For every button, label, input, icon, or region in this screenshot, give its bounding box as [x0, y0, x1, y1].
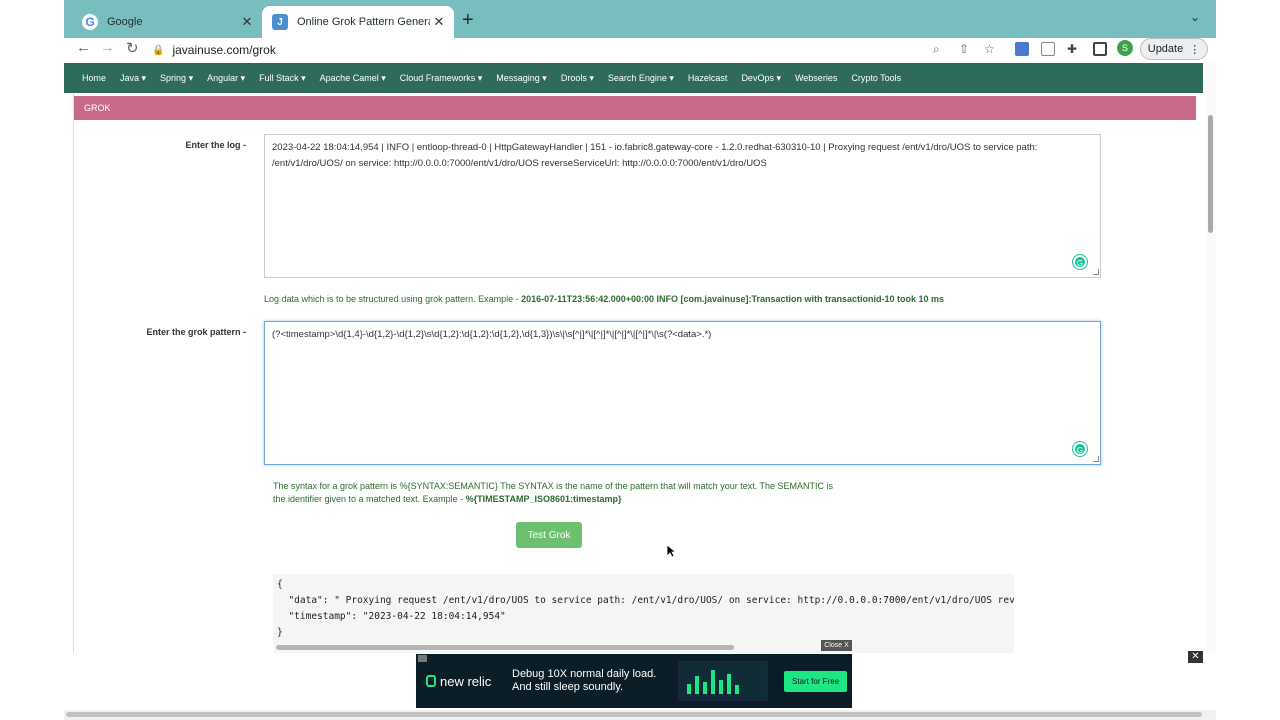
nav-item[interactable]: Spring ▾ — [160, 73, 193, 84]
pattern-input[interactable]: (?<timestamp>\d{1,4}-\d{1,2}-\d{1,2}\s\d… — [264, 321, 1101, 465]
extension-grid-icon[interactable] — [1015, 42, 1029, 56]
log-label: Enter the log - — [185, 140, 247, 150]
log-help-text: Log data which is to be structured using… — [264, 294, 522, 304]
nav-item[interactable]: Full Stack ▾ — [259, 73, 306, 84]
close-icon[interactable]: ✕ — [430, 14, 448, 30]
ad-copy: Debug 10X normal daily load. And still s… — [512, 668, 672, 694]
pattern-example: %{TIMESTAMP_ISO8601:timestamp} — [465, 494, 622, 504]
scrollbar-thumb[interactable] — [276, 645, 734, 650]
new-tab-icon[interactable]: + — [462, 9, 474, 32]
nav-item[interactable]: Messaging ▾ — [496, 73, 547, 84]
result-scrollbar[interactable] — [273, 645, 1014, 651]
zoom-icon[interactable]: ⌕ — [933, 42, 940, 57]
ad-chart-image — [678, 661, 768, 701]
nav-item[interactable]: Webseries — [795, 73, 837, 83]
section-title: GROK — [74, 96, 1196, 120]
resize-handle[interactable] — [1093, 456, 1099, 462]
test-grok-button[interactable]: Test Grok — [516, 522, 582, 548]
grammarly-icon[interactable]: G — [1073, 255, 1087, 269]
back-icon[interactable]: ← — [76, 39, 91, 56]
ad-brand: new relic — [426, 674, 512, 689]
ad-banner[interactable]: new relic Debug 10X normal daily load. A… — [416, 654, 852, 708]
nav-item[interactable]: Crypto Tools — [851, 73, 901, 83]
url-text: javainuse.com/grok — [172, 43, 276, 57]
close-icon[interactable]: ✕ — [1188, 651, 1203, 663]
ad-info-icon[interactable] — [418, 655, 427, 662]
nav-item[interactable]: Drools ▾ — [561, 73, 594, 84]
avatar[interactable]: S — [1117, 40, 1133, 56]
log-text: 2023-04-22 18:04:14,954 | INFO | entloop… — [272, 142, 1038, 169]
page-scrollbar[interactable] — [1205, 63, 1216, 653]
nav-item[interactable]: Cloud Frameworks ▾ — [400, 73, 483, 84]
pattern-help-line-2: the identifier given to a matched text. … — [273, 493, 893, 506]
reload-icon[interactable]: ↻ — [126, 39, 139, 57]
nav-item[interactable]: Apache Camel ▾ — [320, 73, 386, 84]
tab-google[interactable]: G Google ✕ — [72, 6, 262, 38]
extensions-icon[interactable]: ✚ — [1067, 42, 1077, 56]
browser-window: G Google ✕ J Online Grok Pattern Generat… — [64, 0, 1216, 720]
ad-line-1: Debug 10X normal daily load. — [512, 668, 657, 680]
pattern-help: The syntax for a grok pattern is %{SYNTA… — [273, 480, 893, 506]
menu-icon: ⋮ — [1189, 43, 1201, 56]
log-example: 2016-07-11T23:56:42.000+00:00 INFO [com.… — [521, 294, 945, 304]
lock-icon: 🔒 — [152, 44, 165, 56]
site-nav: Home Java ▾ Spring ▾ Angular ▾ Full Stack ▾ A… — [64, 63, 1203, 93]
extension-reader-icon[interactable] — [1041, 42, 1055, 56]
log-help: Log data which is to be structured using… — [264, 293, 944, 306]
main-content: GROK Enter the log - 2023-04-22 18:04:14… — [73, 93, 1203, 653]
address-bar[interactable]: 🔒 javainuse.com/grok — [152, 39, 934, 61]
tab-title: Google — [107, 16, 143, 28]
pattern-text: (?<timestamp>\d{1,4}-\d{1,2}-\d{1,2}\s\d… — [272, 329, 712, 340]
pattern-help-line-1: The syntax for a grok pattern is %{SYNTA… — [273, 481, 834, 491]
horizontal-scrollbar[interactable] — [64, 710, 1216, 720]
update-button[interactable]: Update ⋮ — [1140, 38, 1208, 60]
newrelic-logo-icon — [426, 675, 436, 687]
share-icon[interactable]: ⇧ — [959, 42, 969, 56]
forward-icon[interactable]: → — [100, 39, 115, 56]
tab-grok-generator[interactable]: J Online Grok Pattern Generator/... ✕ — [262, 6, 454, 38]
javainuse-favicon-icon: J — [272, 14, 288, 30]
nav-item[interactable]: Search Engine ▾ — [608, 73, 674, 84]
close-icon[interactable]: ✕ — [238, 14, 256, 30]
ad-cta-button[interactable]: Start for Free — [784, 670, 848, 692]
ad-line-2: And still sleep soundly. — [512, 681, 624, 693]
tab-title: Online Grok Pattern Generator/... — [297, 16, 430, 28]
tab-strip: G Google ✕ J Online Grok Pattern Generat… — [64, 0, 1216, 38]
pattern-help-text: the identifier given to a matched text. … — [273, 494, 466, 504]
chevron-down-icon[interactable]: ⌄ — [1190, 10, 1200, 24]
left-margin — [0, 0, 64, 720]
ad-brand-name: new relic — [440, 673, 492, 689]
mouse-cursor-icon — [666, 544, 676, 558]
google-favicon-icon: G — [82, 14, 98, 30]
nav-item[interactable]: Java ▾ — [120, 73, 146, 84]
nav-item[interactable]: Angular ▾ — [207, 73, 245, 84]
ad-close-tab[interactable]: Close X — [821, 640, 852, 651]
toolbar: ← → ↻ 🔒 javainuse.com/grok ⌕ ⇧ ☆ ✚ S Upd… — [64, 38, 1216, 62]
update-label: Update — [1147, 43, 1184, 55]
result-output: { "data": " Proxying request /ent/v1/dro… — [273, 574, 1014, 653]
resize-handle[interactable] — [1093, 269, 1099, 275]
scrollbar-thumb[interactable] — [66, 712, 1202, 717]
star-icon[interactable]: ☆ — [984, 42, 995, 56]
log-input[interactable]: 2023-04-22 18:04:14,954 | INFO | entloop… — [264, 134, 1101, 278]
scrollbar-thumb[interactable] — [1208, 115, 1213, 233]
sidepanel-icon[interactable] — [1093, 42, 1107, 56]
nav-item[interactable]: DevOps ▾ — [741, 73, 781, 84]
right-margin — [1216, 0, 1280, 720]
grammarly-icon[interactable]: G — [1073, 442, 1087, 456]
nav-item[interactable]: Hazelcast — [688, 73, 728, 83]
pattern-label: Enter the grok pattern - — [146, 327, 246, 337]
nav-item[interactable]: Home — [82, 73, 106, 83]
